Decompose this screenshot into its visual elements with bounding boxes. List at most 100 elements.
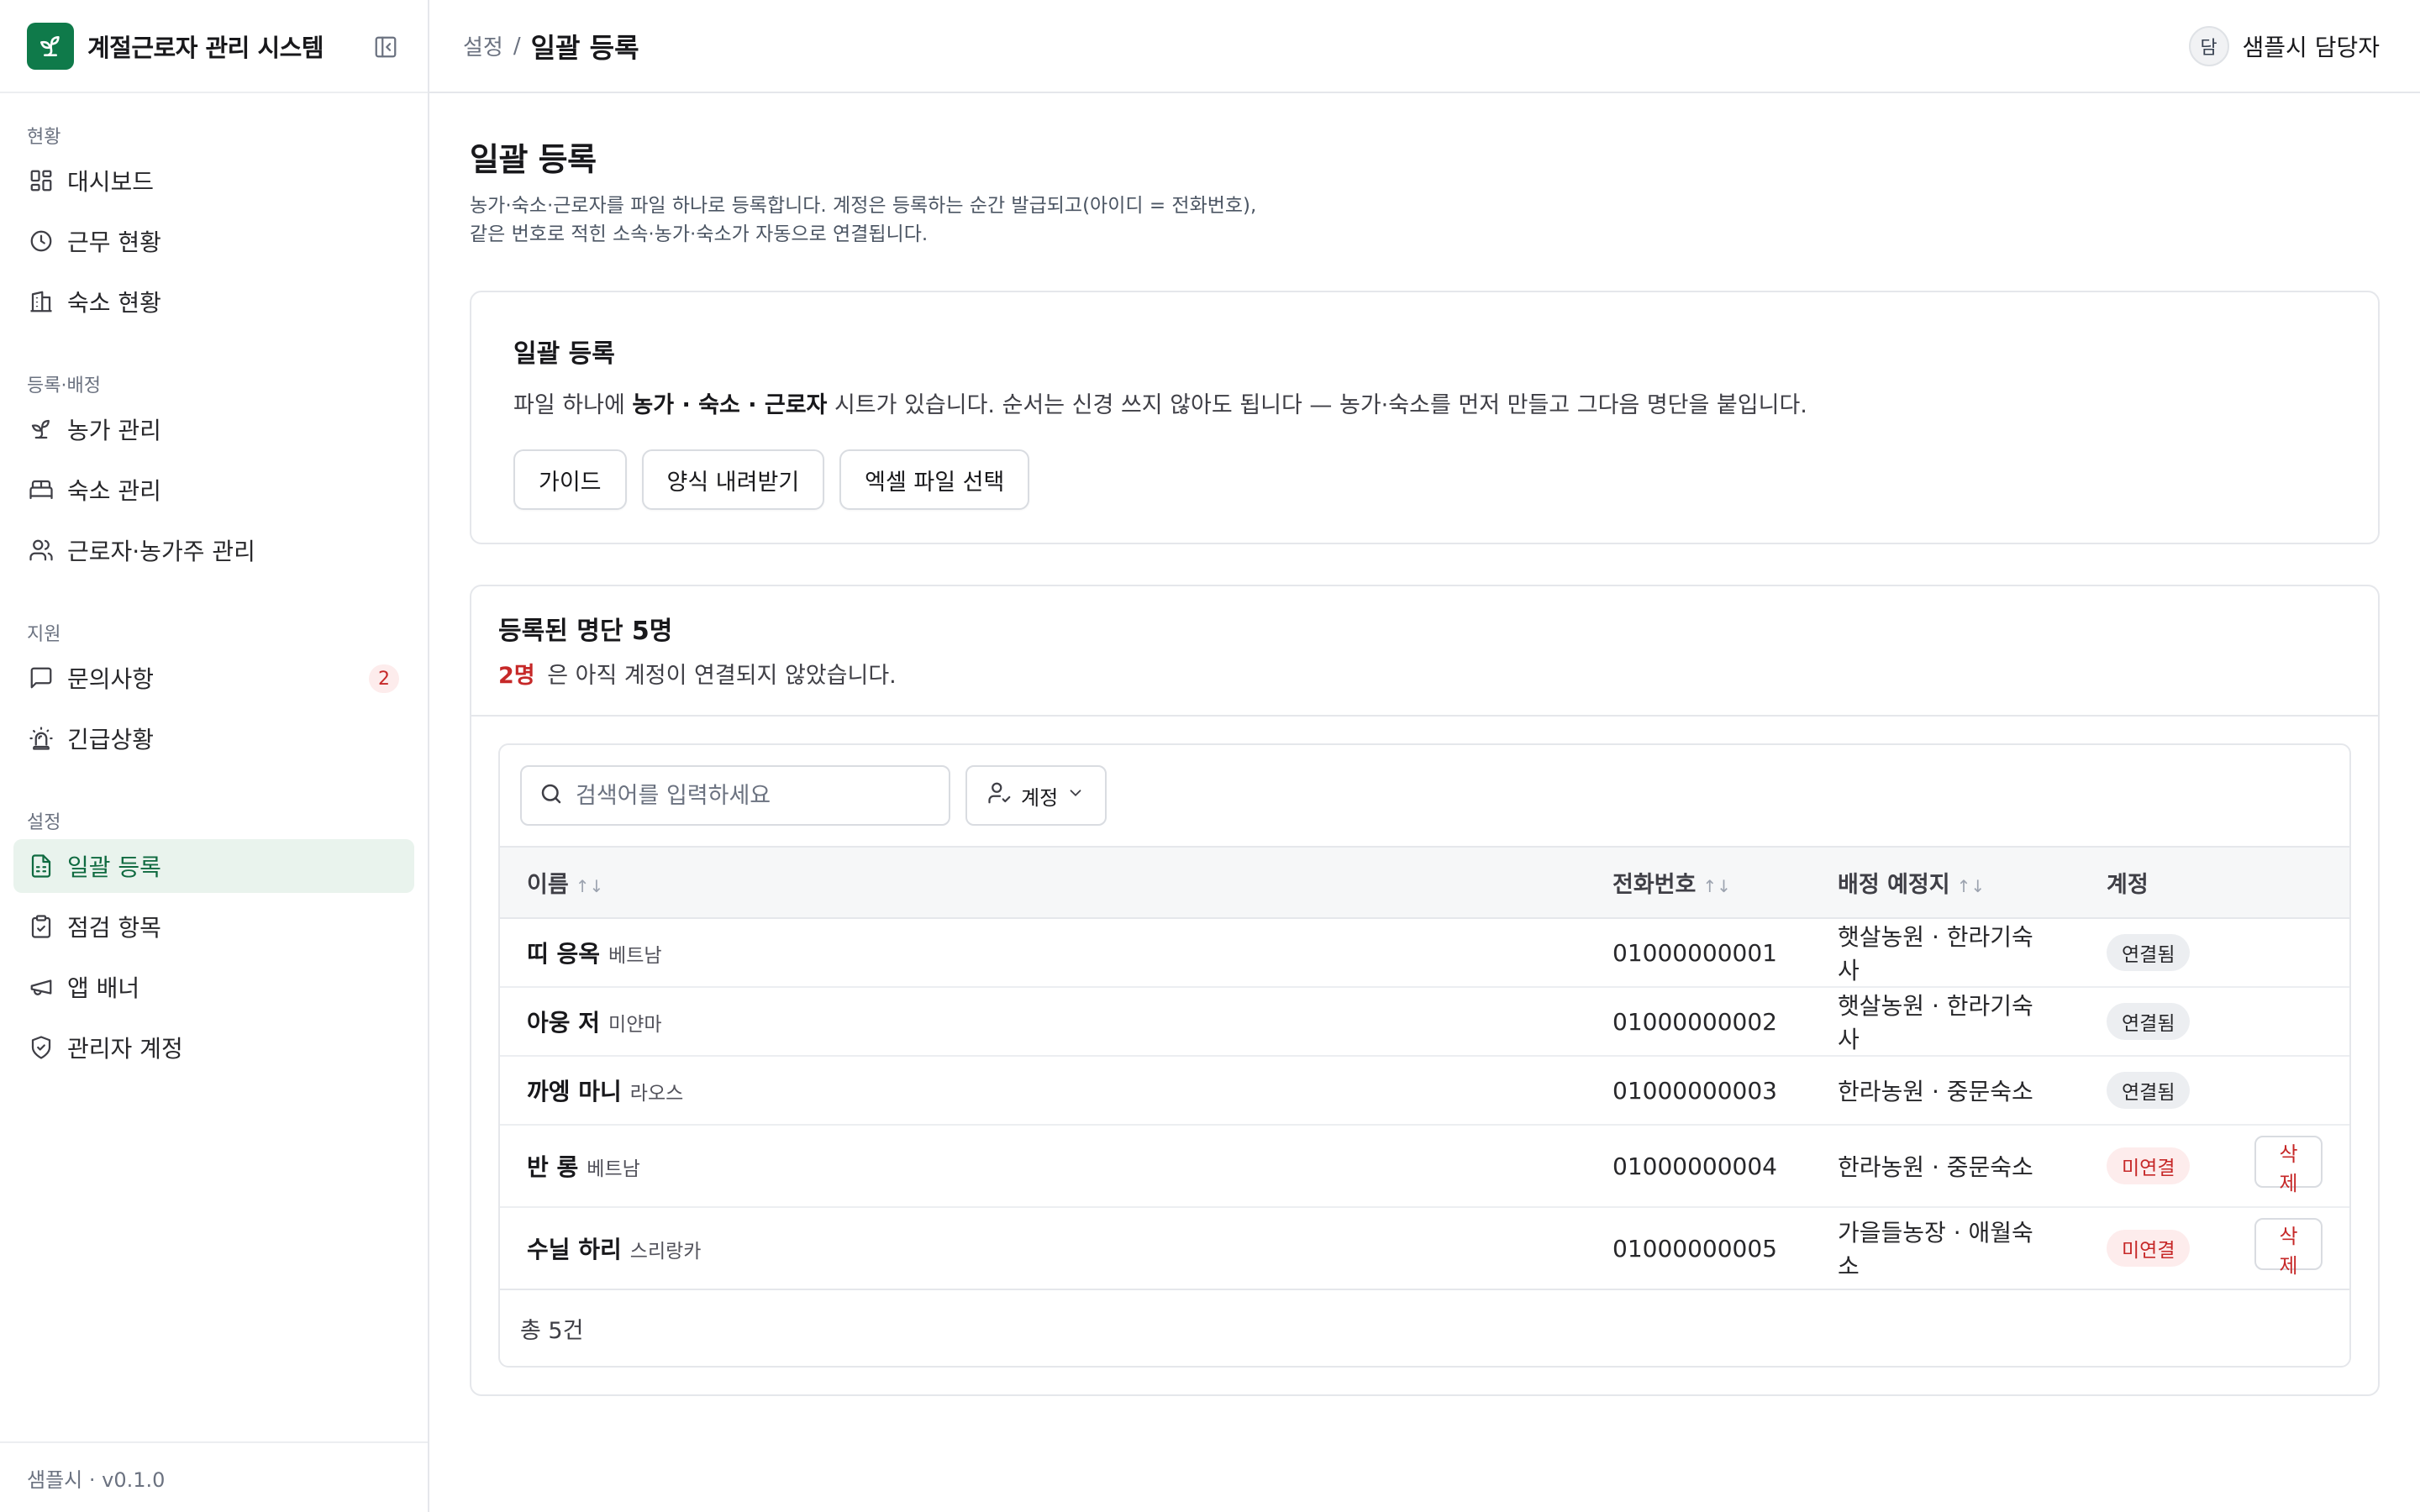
sidebar-item-check-items[interactable]: 점검 항목 [13,900,414,953]
building-icon [27,287,55,316]
sidebar: 계절근로자 관리 시스템 현황 대시보드 근무 현황 숙소 현황 등록·배정 농… [0,0,429,1512]
table-header-row: 이름 ↑↓ 전화번호 ↑↓ 배정 예정지 ↑↓ 계정 [500,848,2349,918]
worker-name: 수닐 하리 [527,1236,622,1263]
dashboard-icon [27,166,55,195]
sidebar-item-housing[interactable]: 숙소 관리 [13,463,414,517]
breadcrumb-current: 일괄 등록 [530,31,639,64]
worker-name: 아웅 저 [527,1009,601,1037]
worker-nationality: 스리랑카 [629,1241,702,1263]
unlinked-count: 2명 [498,663,535,689]
sidebar-item-app-banner[interactable]: 앱 배너 [13,960,414,1014]
sidebar-collapse-icon[interactable] [371,32,401,62]
nav-group-status: 현황 대시보드 근무 현황 숙소 현황 [13,117,414,328]
sidebar-item-work-status[interactable]: 근무 현황 [13,214,414,268]
table-row: 아웅 저 미얀마 01000000002 햇살농원 · 한라기숙사 연결됨 [500,987,2349,1056]
sidebar-item-label: 긴급상황 [67,726,155,753]
column-header-place[interactable]: 배정 예정지 ↑↓ [1811,848,2080,918]
avatar: 담 [2188,25,2229,66]
breadcrumb-parent[interactable]: 설정 [463,30,503,61]
unlinked-text: 은 아직 계정이 연결되지 않았습니다. [547,663,897,689]
cell-name: 아웅 저 미얀마 [500,987,1586,1056]
worker-name: 까엥 마니 [527,1078,622,1105]
guide-button[interactable]: 가이드 [513,449,627,510]
page-title: 일괄 등록 [470,141,597,178]
inquiry-count-badge: 2 [369,664,399,693]
clipboard-check-icon [27,912,55,941]
megaphone-icon [27,973,55,1001]
sheet-icon [27,852,55,880]
sidebar-item-dashboard[interactable]: 대시보드 [13,154,414,207]
sidebar-item-housing-status[interactable]: 숙소 현황 [13,275,414,328]
table-total: 총 5건 [520,1317,584,1344]
roster-warning: 2명 은 아직 계정이 연결되지 않았습니다. [498,657,2351,690]
sidebar-item-label: 근무 현황 [67,228,161,256]
siren-icon [27,724,55,753]
sidebar-item-label: 관리자 계정 [67,1035,183,1063]
sidebar-item-admin-accounts[interactable]: 관리자 계정 [13,1021,414,1074]
account-filter-button[interactable]: 계정 [965,765,1107,826]
cell-place: 한라농원 · 중문숙소 [1838,1078,2033,1105]
status-badge: 미연결 [2107,1147,2191,1184]
column-header-label: 전화번호 [1612,872,1697,898]
account-filter-label: 계정 [1021,785,1059,810]
table-row: 반 롱 베트남 01000000004 한라농원 · 중문숙소 미연결 삭제 [500,1125,2349,1207]
roster-header: 등록된 명단 5명 2명 은 아직 계정이 연결되지 않았습니다. [471,586,2378,717]
topbar: 설정 / 일괄 등록 담 샘플시 담당자 [429,0,2420,93]
delete-button[interactable]: 삭제 [2254,1136,2323,1195]
nav-group-registration: 등록·배정 농가 관리 숙소 관리 근로자·농가주 관리 [13,365,414,577]
sidebar-item-farms[interactable]: 농가 관리 [13,402,414,456]
page-description: 농가·숙소·근로자를 파일 하나로 등록합니다. 계정은 등록하는 순간 발급되… [470,195,1257,245]
column-header-phone[interactable]: 전화번호 ↑↓ [1586,848,1811,918]
upload-desc-prefix: 파일 하나에 [513,392,633,418]
worker-nationality: 미얀마 [608,1014,662,1036]
status-badge: 연결됨 [2107,1072,2191,1109]
sidebar-header: 계절근로자 관리 시스템 [0,0,428,93]
app-logo-icon [27,22,74,70]
cell-actions: 삭제 [2228,1207,2349,1289]
roster-table: 이름 ↑↓ 전화번호 ↑↓ 배정 예정지 ↑↓ 계정 띠 응옥 베트남 0100… [500,848,2349,1290]
main-area: 설정 / 일괄 등록 담 샘플시 담당자 일괄 등록 농가·숙소·근로자를 파일… [429,0,2420,1512]
cell-name: 반 롱 베트남 [500,1125,1586,1207]
app-root: 계절근로자 관리 시스템 현황 대시보드 근무 현황 숙소 현황 등록·배정 농… [0,0,2420,1512]
delete-button[interactable]: 삭제 [2254,1218,2323,1278]
chevron-down-icon [1066,784,1085,807]
cell-actions: 삭제 [2228,1125,2349,1207]
cell-account: 미연결 [2080,1207,2228,1289]
worker-nationality: 베트남 [608,945,662,967]
roster-card: 등록된 명단 5명 2명 은 아직 계정이 연결되지 않았습니다. 검색어를 입… [470,585,2380,1396]
users-icon [27,536,55,564]
sidebar-item-bulk-register[interactable]: 일괄 등록 [13,839,414,893]
select-excel-file-button[interactable]: 엑셀 파일 선택 [839,449,1030,510]
sidebar-footer-version: 샘플시 · v0.1.0 [0,1441,428,1512]
nav-group-label: 설정 [27,812,61,833]
message-icon [27,664,55,692]
sidebar-item-inquiries[interactable]: 문의사항 2 [13,651,414,705]
user-menu[interactable]: 담 샘플시 담당자 [2188,25,2380,66]
page-content: 일괄 등록 농가·숙소·근로자를 파일 하나로 등록합니다. 계정은 등록하는 … [429,93,2420,1396]
sidebar-item-workers[interactable]: 근로자·농가주 관리 [13,523,414,577]
column-header-account: 계정 [2080,848,2228,918]
sort-icon: ↑↓ [575,876,604,896]
cell-actions [2228,1056,2349,1125]
nav-group-label: 현황 [27,127,61,148]
status-badge: 미연결 [2107,1230,2191,1267]
sidebar-item-label: 앱 배너 [67,974,140,1002]
sidebar-item-label: 문의사항 [67,665,155,693]
cell-account: 연결됨 [2080,987,2228,1056]
column-header-name[interactable]: 이름 ↑↓ [500,848,1586,918]
breadcrumb-separator: / [513,33,521,59]
cell-name: 까엥 마니 라오스 [500,1056,1586,1125]
cell-name: 수닐 하리 스리랑카 [500,1207,1586,1289]
sidebar-item-emergency[interactable]: 긴급상황 [13,711,414,765]
cell-account: 연결됨 [2080,1056,2228,1125]
search-input[interactable] [576,782,929,809]
table-row: 까엥 마니 라오스 01000000003 한라농원 · 중문숙소 연결됨 [500,1056,2349,1125]
download-template-button[interactable]: 양식 내려받기 [641,449,825,510]
roster-title: 등록된 명단 5명 [498,617,673,646]
sidebar-item-label: 일괄 등록 [67,853,161,881]
user-check-icon [987,780,1013,811]
status-badge: 연결됨 [2107,1003,2191,1040]
cell-phone: 01000000002 [1612,1007,1777,1036]
table-row: 띠 응옥 베트남 01000000001 햇살농원 · 한라기숙사 연결됨 [500,918,2349,987]
bed-icon [27,475,55,504]
